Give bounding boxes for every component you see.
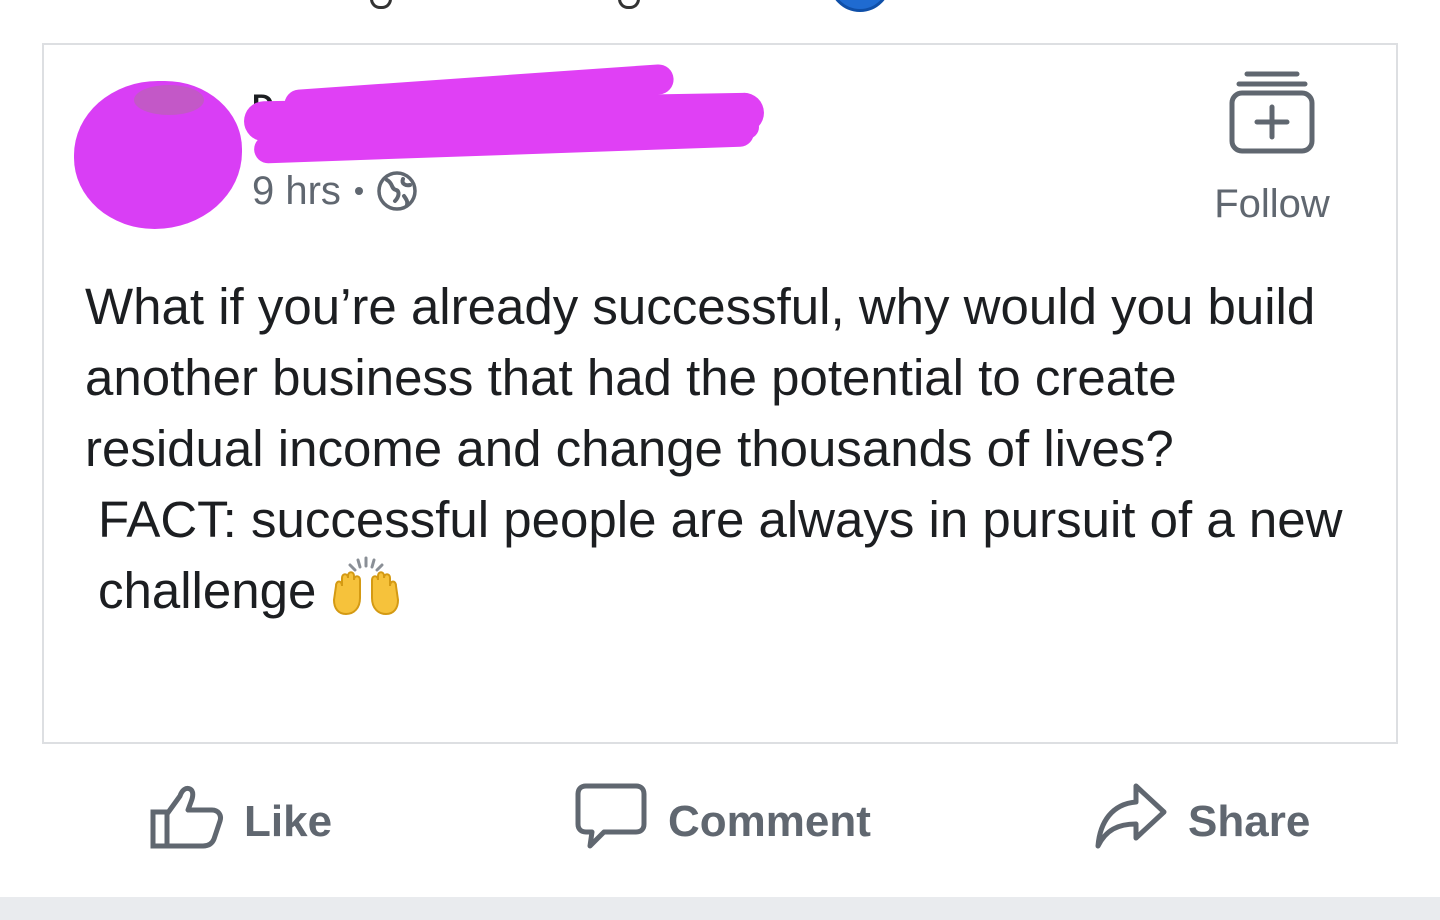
post-text-paragraph: What if you’re already successful, why w… (85, 278, 1316, 477)
separator-dot (354, 187, 363, 195)
post-text-paragraph: FACT: successful people are always in pu… (85, 484, 1365, 626)
comment-bubble-icon (574, 782, 648, 863)
globe-icon (377, 171, 417, 211)
avatar[interactable] (74, 81, 242, 229)
share-label: Share (1188, 797, 1311, 846)
raising-hands-icon (330, 556, 402, 616)
post-timestamp[interactable]: 9 hrs (252, 169, 341, 214)
shared-post-card: D 9 hrs Follow What if you’re already su… (42, 43, 1398, 744)
follow-add-icon (1229, 69, 1315, 160)
name-redaction-scribble (243, 63, 765, 164)
globe-emoji-icon (829, 0, 891, 12)
comment-button[interactable]: Comment (574, 752, 871, 892)
feed-divider (0, 897, 1440, 920)
post-text-line: FACT: successful people are always in pu… (98, 491, 1343, 619)
follow-button[interactable]: Follow (1202, 69, 1342, 229)
follow-label: Follow (1214, 182, 1330, 226)
like-button[interactable]: Like (150, 752, 332, 892)
post-meta: 9 hrs (252, 169, 417, 213)
post-text: What if you’re already successful, why w… (85, 271, 1365, 626)
like-label: Like (244, 797, 333, 846)
thumbs-up-icon (150, 784, 224, 861)
cropped-glyph (618, 0, 640, 9)
previous-post-remnant (0, 0, 1440, 14)
comment-label: Comment (668, 797, 871, 846)
share-button[interactable]: Share (1094, 752, 1310, 892)
share-arrow-icon (1094, 782, 1168, 863)
cropped-glyph (370, 0, 392, 9)
post-action-bar: Like Comment Share (0, 752, 1440, 892)
